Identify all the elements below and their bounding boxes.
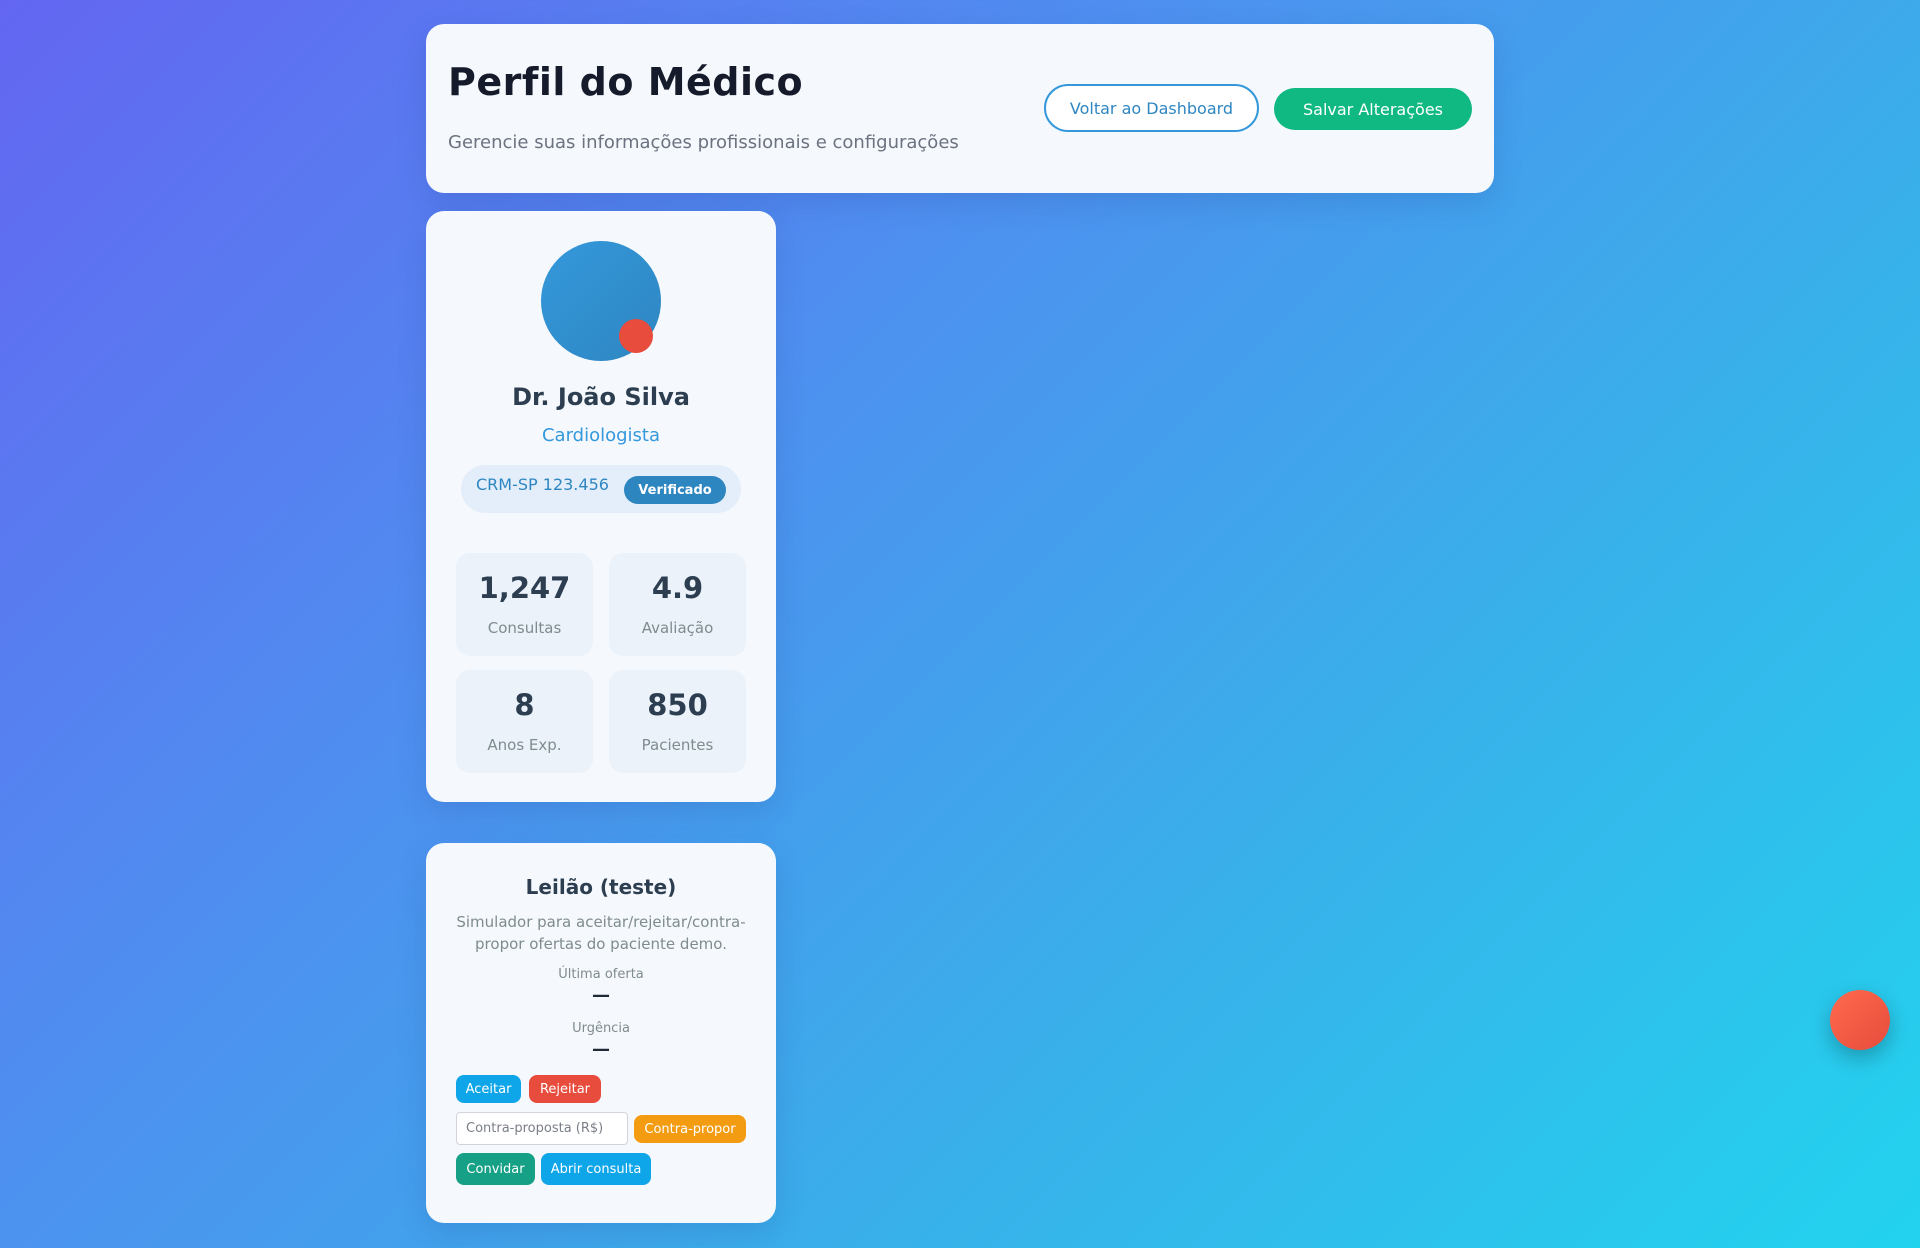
crm-number: CRM-SP 123.456 bbox=[476, 475, 609, 494]
profile-card: Dr. João Silva Cardiologista CRM-SP 123.… bbox=[426, 211, 776, 802]
stat-label: Avaliação bbox=[641, 619, 714, 637]
auction-description: Simulador para aceitar/rejeitar/contra-p… bbox=[456, 913, 746, 953]
stat-pacientes: 850 Pacientes bbox=[609, 670, 746, 773]
page-title: Perfil do Médico bbox=[448, 60, 804, 104]
stat-label: Consultas bbox=[487, 619, 562, 637]
reject-button[interactable]: Rejeitar bbox=[529, 1075, 601, 1103]
stat-anos-exp: 8 Anos Exp. bbox=[456, 670, 593, 773]
save-changes-button[interactable]: Salvar Alterações bbox=[1274, 88, 1472, 130]
stat-label: Anos Exp. bbox=[487, 736, 562, 754]
accept-button[interactable]: Aceitar bbox=[456, 1075, 521, 1103]
page-subtitle: Gerencie suas informações profissionais … bbox=[448, 132, 959, 153]
stat-value: 1,247 bbox=[478, 571, 571, 605]
verified-badge: Verificado bbox=[624, 476, 726, 504]
stat-label: Pacientes bbox=[641, 736, 714, 754]
invite-button[interactable]: Convidar bbox=[456, 1153, 535, 1185]
stat-value: 850 bbox=[647, 688, 708, 722]
stat-value: 8 bbox=[514, 688, 535, 722]
urgency-value: — bbox=[592, 1039, 610, 1060]
back-to-dashboard-button[interactable]: Voltar ao Dashboard bbox=[1044, 84, 1259, 132]
counter-offer-button[interactable]: Contra-propor bbox=[634, 1115, 746, 1143]
header-card: Perfil do Médico Gerencie suas informaçõ… bbox=[426, 24, 1494, 193]
stat-consultas: 1,247 Consultas bbox=[456, 553, 593, 656]
open-consultation-button[interactable]: Abrir consulta bbox=[541, 1153, 651, 1185]
floating-action-button[interactable] bbox=[1830, 990, 1890, 1050]
avatar[interactable] bbox=[541, 241, 661, 361]
auction-title: Leilão (teste) bbox=[525, 875, 677, 899]
crm-pill: CRM-SP 123.456 Verificado bbox=[461, 465, 741, 513]
doctor-specialty: Cardiologista bbox=[541, 425, 661, 446]
last-offer-label: Última oferta bbox=[558, 967, 644, 982]
doctor-name: Dr. João Silva bbox=[512, 383, 690, 411]
counter-offer-input[interactable] bbox=[456, 1112, 628, 1145]
stat-value: 4.9 bbox=[651, 571, 704, 605]
stat-avaliacao: 4.9 Avaliação bbox=[609, 553, 746, 656]
status-dot-icon bbox=[619, 319, 653, 353]
auction-card: Leilão (teste) Simulador para aceitar/re… bbox=[426, 843, 776, 1223]
last-offer-value: — bbox=[592, 985, 610, 1006]
urgency-label: Urgência bbox=[572, 1021, 630, 1036]
